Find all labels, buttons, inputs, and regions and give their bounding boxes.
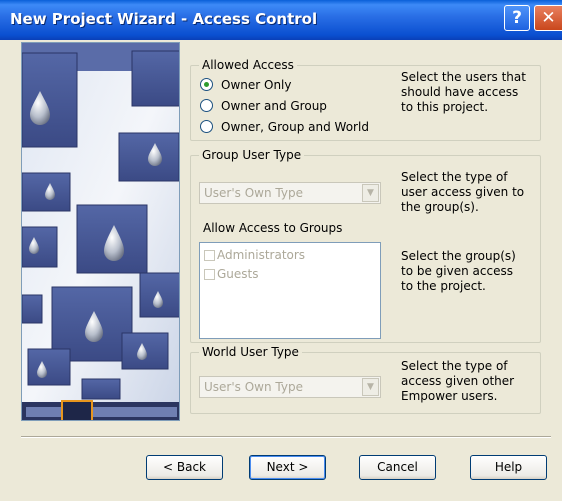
close-button[interactable]: ✕ bbox=[534, 5, 562, 31]
radio-owner-and-group[interactable] bbox=[200, 99, 213, 112]
wizard-window: New Project Wizard - Access Control ? ✕ bbox=[0, 0, 562, 501]
world-user-type-legend: World User Type bbox=[199, 344, 302, 360]
wizard-side-image bbox=[21, 42, 180, 421]
group-user-type-legend: Group User Type bbox=[199, 147, 305, 163]
title-help-button[interactable]: ? bbox=[504, 5, 530, 31]
radio-owner-only[interactable] bbox=[200, 78, 213, 91]
chevron-down-icon: ▼ bbox=[362, 378, 379, 396]
radio-owner-only-label[interactable]: Owner Only bbox=[221, 77, 291, 93]
radio-owner-and-group-label[interactable]: Owner and Group bbox=[221, 98, 327, 114]
cancel-button[interactable]: Cancel bbox=[359, 455, 436, 480]
chevron-down-icon: ▼ bbox=[362, 184, 379, 202]
radio-owner-group-world-label[interactable]: Owner, Group and World bbox=[221, 119, 369, 135]
administrators-checkbox[interactable] bbox=[204, 250, 215, 261]
allow-access-groups-label: Allow Access to Groups bbox=[203, 221, 343, 235]
guests-label[interactable]: Guests bbox=[217, 267, 259, 282]
world-user-type-select[interactable]: User's Own Type ▼ bbox=[199, 376, 381, 398]
administrators-label[interactable]: Administrators bbox=[217, 248, 305, 263]
allowed-access-legend: Allowed Access bbox=[199, 57, 297, 73]
title-bar[interactable]: New Project Wizard - Access Control ? ✕ bbox=[0, 0, 562, 40]
folders-illustration bbox=[22, 43, 179, 420]
help-button[interactable]: Help bbox=[470, 455, 547, 480]
progress-strip bbox=[22, 400, 179, 420]
next-button[interactable]: Next > bbox=[249, 455, 326, 480]
back-button[interactable]: < Back bbox=[146, 455, 223, 480]
group-user-type-select[interactable]: User's Own Type ▼ bbox=[199, 182, 381, 204]
groups-listbox[interactable]: Administrators Guests bbox=[199, 242, 381, 339]
guests-checkbox[interactable] bbox=[204, 269, 215, 280]
window-title: New Project Wizard - Access Control bbox=[10, 10, 318, 28]
radio-owner-group-world[interactable] bbox=[200, 120, 213, 133]
footer-separator bbox=[21, 436, 551, 438]
